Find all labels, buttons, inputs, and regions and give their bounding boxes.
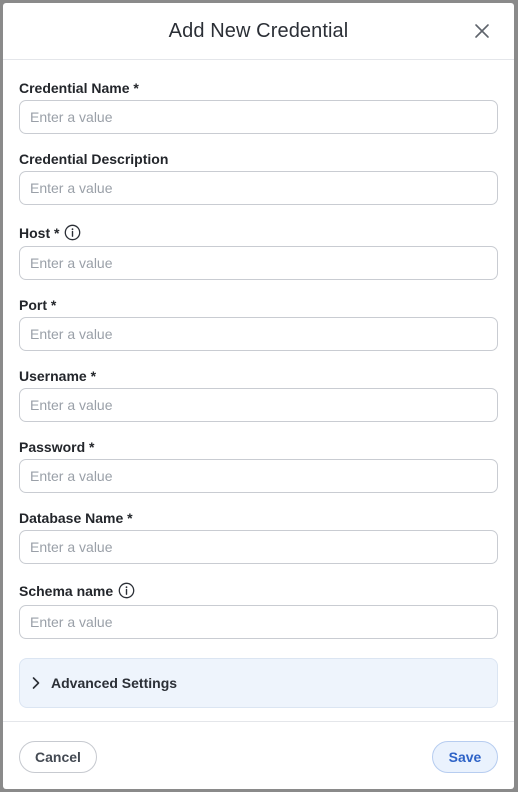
database-name-label: Database Name *: [19, 510, 133, 526]
password-label: Password *: [19, 439, 94, 455]
host-info-icon[interactable]: [64, 224, 81, 241]
dialog-title: Add New Credential: [168, 20, 349, 42]
add-credential-dialog: Add New Credential Credential Name * Cre…: [3, 3, 514, 789]
cancel-button[interactable]: Cancel: [19, 741, 97, 773]
schema-name-input[interactable]: [19, 605, 498, 639]
database-name-input[interactable]: [19, 530, 498, 564]
port-label: Port *: [19, 297, 56, 313]
password-input[interactable]: [19, 459, 498, 493]
schema-name-label-text: Schema name: [19, 582, 114, 599]
advanced-settings-toggle[interactable]: Advanced Settings: [19, 658, 498, 708]
save-button[interactable]: Save: [432, 741, 498, 773]
username-label-text: Username *: [19, 368, 97, 384]
credential-description-label: Credential Description: [19, 151, 168, 167]
port-label-text: Port *: [19, 297, 57, 313]
username-label: Username *: [19, 368, 96, 384]
username-input[interactable]: [19, 388, 498, 422]
host-label-text: Host *: [19, 224, 60, 241]
host-input[interactable]: [19, 246, 498, 280]
dialog-header: Add New Credential: [3, 3, 514, 60]
database-name-label-text: Database Name *: [19, 510, 133, 526]
port-input[interactable]: [19, 317, 498, 351]
chevron-right-icon: [32, 677, 40, 689]
close-icon: [475, 24, 489, 38]
credential-name-label: Credential Name *: [19, 80, 139, 96]
advanced-settings-label: Advanced Settings: [51, 675, 178, 691]
password-label-text: Password *: [19, 439, 95, 455]
schema-name-label: Schema name: [19, 582, 135, 599]
schema-info-icon[interactable]: [118, 582, 135, 599]
credential-name-label-text: Credential Name *: [19, 80, 139, 96]
dialog-footer: Cancel Save: [3, 721, 514, 790]
credential-name-input[interactable]: [19, 100, 498, 134]
close-button[interactable]: [472, 21, 492, 41]
credential-description-label-text: Credential Description: [19, 151, 169, 167]
host-label: Host *: [19, 224, 81, 241]
credential-description-input[interactable]: [19, 171, 498, 205]
